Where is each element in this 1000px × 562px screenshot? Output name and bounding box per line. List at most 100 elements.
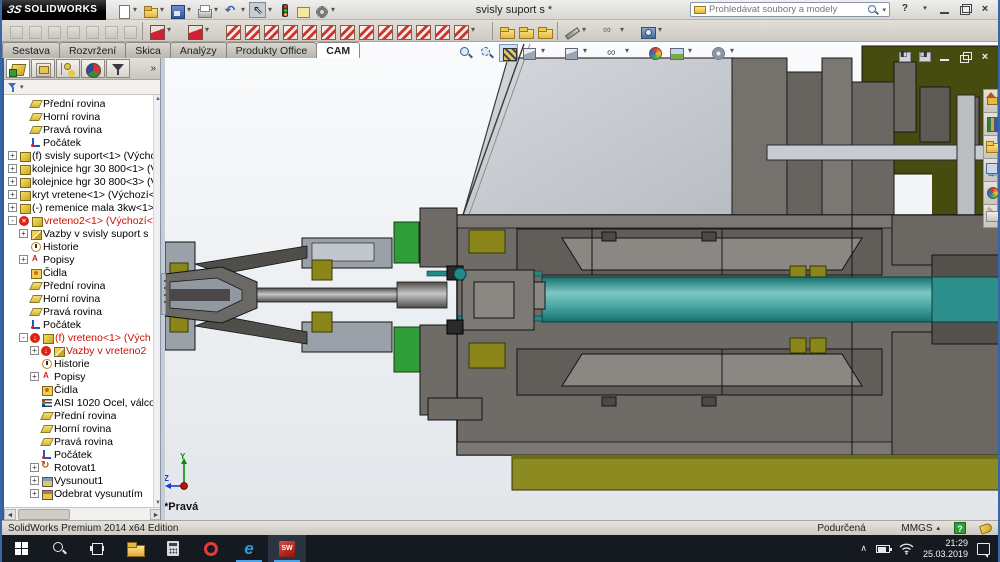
tree-item-prava-rovina[interactable]: Pravá rovina bbox=[4, 123, 162, 136]
tree-item-popisy-2[interactable]: + Popisy bbox=[4, 370, 162, 383]
display-style-icon[interactable] bbox=[520, 44, 539, 62]
cam-op-12-icon[interactable] bbox=[432, 22, 450, 40]
print-icon[interactable] bbox=[195, 2, 212, 18]
dd-icon[interactable] bbox=[204, 22, 222, 40]
tree-item-pocatek-3[interactable]: Počátek bbox=[4, 448, 162, 461]
wifi-icon[interactable] bbox=[899, 543, 914, 555]
expand-toggle[interactable] bbox=[19, 99, 28, 108]
hidden-icons-chevron[interactable]: ∧ bbox=[860, 543, 867, 554]
custom-properties-icon[interactable] bbox=[983, 204, 998, 228]
expand-toggle[interactable] bbox=[19, 320, 28, 329]
configuration-manager-tab[interactable] bbox=[56, 59, 80, 78]
expand-toggle[interactable]: - bbox=[19, 333, 28, 342]
apply-scene-icon[interactable] bbox=[667, 44, 686, 62]
file-properties-icon[interactable] bbox=[294, 2, 311, 18]
tree-item-material[interactable]: AISI 1020 Ocel, válco bbox=[4, 396, 162, 409]
tree-item-pocatek[interactable]: Počátek bbox=[4, 136, 162, 149]
help-button[interactable]: ? bbox=[896, 2, 914, 17]
cam-op-7-icon[interactable] bbox=[337, 22, 355, 40]
tree-item-horni-rovina[interactable]: Horní rovina bbox=[4, 110, 162, 123]
cam-op-2-icon[interactable] bbox=[242, 22, 260, 40]
cam-op-1-icon[interactable] bbox=[223, 22, 241, 40]
expand-toggle[interactable]: + bbox=[8, 164, 17, 173]
cam-op-8-icon[interactable] bbox=[356, 22, 374, 40]
panel-more-button[interactable]: » bbox=[150, 63, 160, 74]
design-library-icon[interactable] bbox=[983, 112, 998, 136]
expand-toggle[interactable]: - bbox=[8, 216, 17, 225]
cam-part-icon[interactable] bbox=[185, 22, 203, 40]
doc-minimize-button[interactable] bbox=[938, 51, 952, 63]
dd-icon[interactable] bbox=[470, 22, 488, 40]
undo-icon[interactable] bbox=[222, 2, 239, 18]
search-icon[interactable] bbox=[867, 4, 879, 16]
calculator-button[interactable] bbox=[154, 535, 192, 562]
expand-toggle[interactable]: + bbox=[8, 177, 17, 186]
tree-item-vazby-vreteno2[interactable]: + ↓ Vazby v vreteno2 bbox=[4, 344, 162, 357]
opera-button[interactable] bbox=[192, 535, 230, 562]
expand-toggle[interactable]: + bbox=[19, 229, 28, 238]
camera2-icon[interactable] bbox=[638, 22, 656, 40]
expand-toggle[interactable] bbox=[19, 268, 28, 277]
expand-toggle[interactable]: + bbox=[8, 203, 17, 212]
tree-item-pocatek-2[interactable]: Počátek bbox=[4, 318, 162, 331]
clock[interactable]: 21:29 25.03.2019 bbox=[923, 538, 968, 559]
select-icon[interactable] bbox=[249, 2, 266, 18]
file-explorer-button[interactable] bbox=[116, 535, 154, 562]
view-settings-icon[interactable] bbox=[709, 44, 728, 62]
cam-op-3-icon[interactable] bbox=[261, 22, 279, 40]
edge-button[interactable]: e bbox=[230, 535, 268, 562]
folder-open-icon[interactable] bbox=[497, 22, 515, 40]
graphics-viewport[interactable]: × Y Z *Pravá bbox=[162, 42, 998, 520]
tree-item-horni-rovina-3[interactable]: Horní rovina bbox=[4, 422, 162, 435]
inactive-1-icon[interactable] bbox=[6, 22, 24, 40]
hide-show-items-icon[interactable] bbox=[604, 44, 623, 62]
splitter-grip[interactable] bbox=[161, 273, 166, 315]
expand-toggle[interactable] bbox=[30, 359, 39, 368]
folder-closed-icon[interactable] bbox=[516, 22, 534, 40]
units-selector[interactable]: MMGS ▴ bbox=[901, 523, 940, 534]
cam-op-6-icon[interactable] bbox=[318, 22, 336, 40]
expand-toggle[interactable] bbox=[19, 112, 28, 121]
save-icon[interactable] bbox=[168, 2, 185, 18]
pane-right-icon[interactable] bbox=[918, 51, 932, 63]
dd-icon[interactable] bbox=[625, 44, 644, 62]
dd-icon[interactable] bbox=[166, 22, 184, 40]
tab-skica[interactable]: Skica bbox=[125, 42, 171, 58]
dd-icon[interactable] bbox=[730, 44, 749, 62]
dd-icon[interactable] bbox=[330, 2, 338, 18]
expand-toggle[interactable] bbox=[19, 242, 28, 251]
dd-icon[interactable] bbox=[186, 2, 194, 18]
rebuild-icon[interactable] bbox=[276, 2, 293, 18]
measure-icon[interactable] bbox=[562, 22, 580, 40]
doc-close-button[interactable]: × bbox=[978, 51, 992, 63]
view-palette-icon[interactable] bbox=[983, 158, 998, 182]
cam-op-13-icon[interactable] bbox=[451, 22, 469, 40]
expand-toggle[interactable]: + bbox=[8, 190, 17, 199]
cam-op-10-icon[interactable] bbox=[394, 22, 412, 40]
tab-cam[interactable]: CAM bbox=[316, 42, 360, 58]
cam-new-mill-icon[interactable] bbox=[147, 22, 165, 40]
expand-toggle[interactable]: + bbox=[8, 151, 17, 160]
filter-dropdown-icon[interactable]: ▾ bbox=[20, 83, 24, 91]
tree-item-popisy-1[interactable]: + Popisy bbox=[4, 253, 162, 266]
dd-icon[interactable] bbox=[213, 2, 221, 18]
cam-op-4-icon[interactable] bbox=[280, 22, 298, 40]
tree-item-predni-rovina[interactable]: Přední rovina bbox=[4, 97, 162, 110]
expand-toggle[interactable]: + bbox=[19, 255, 28, 264]
new-icon[interactable] bbox=[114, 2, 131, 18]
expand-toggle[interactable] bbox=[30, 398, 39, 407]
expand-toggle[interactable]: + bbox=[30, 463, 39, 472]
file-explorer-icon[interactable] bbox=[983, 135, 998, 159]
tab-sestava[interactable]: Sestava bbox=[2, 42, 60, 58]
tab-analyzy[interactable]: Analýzy bbox=[170, 42, 227, 58]
tree-item-vreteno2[interactable]: - × vreteno2<1> (Výchozí< bbox=[4, 214, 162, 227]
open-icon[interactable] bbox=[141, 2, 158, 18]
expand-toggle[interactable] bbox=[30, 437, 39, 446]
dd-icon[interactable] bbox=[132, 2, 140, 18]
featuremanager-tree-tab[interactable] bbox=[6, 59, 30, 78]
tree-item-svisly-suport[interactable]: + (f) svisly suport<1> (Výcho bbox=[4, 149, 162, 162]
inactive-4-icon[interactable] bbox=[63, 22, 81, 40]
cam-op-11-icon[interactable] bbox=[413, 22, 431, 40]
zoom-area-icon[interactable] bbox=[478, 44, 497, 62]
dimxpert-icon[interactable] bbox=[600, 22, 618, 40]
